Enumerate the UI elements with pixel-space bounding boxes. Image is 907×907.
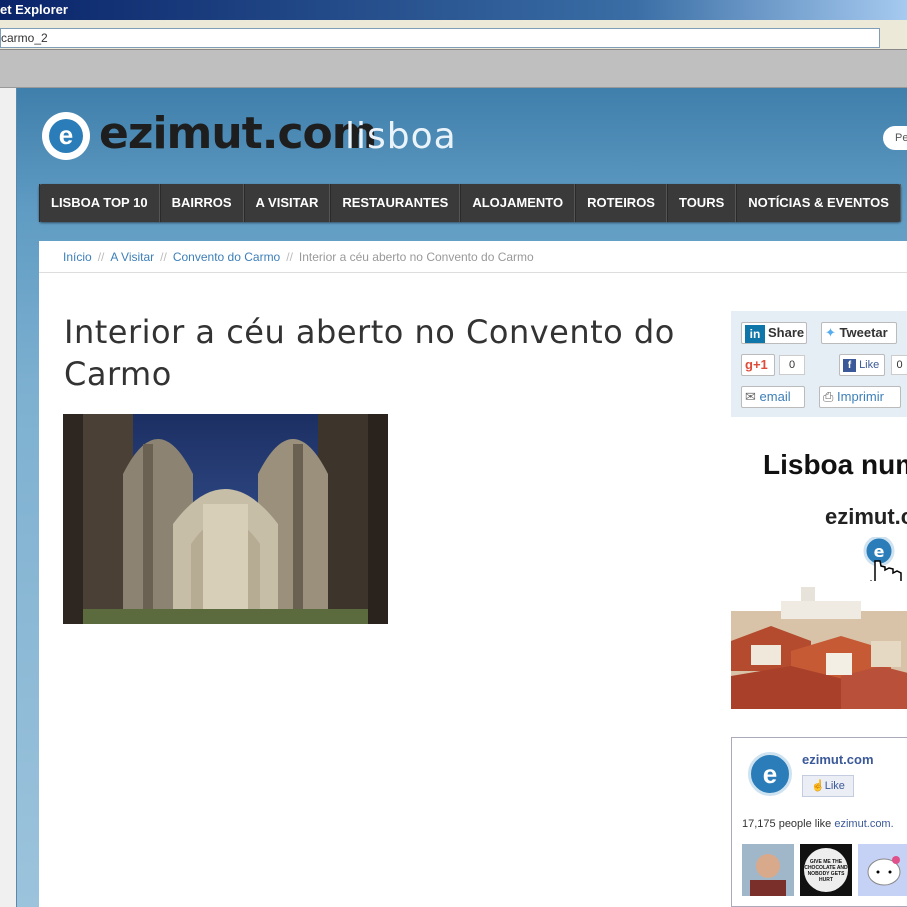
nav-item-lisboa-top-10[interactable]: LISBOA TOP 10 — [39, 184, 160, 222]
promo-brand: ezimut.c — [825, 504, 907, 529]
facebook-page-name[interactable]: ezimut.com — [802, 752, 874, 767]
printer-icon: ⎙ — [823, 389, 834, 404]
lisbon-rooftops-image — [731, 581, 907, 709]
breadcrumb-current: Interior a céu aberto no Convento do Car… — [298, 250, 534, 264]
breadcrumb: Início // A Visitar // Convento do Carmo // In… — [39, 241, 907, 273]
content-panel: Início // A Visitar // Convento do Carmo // In… — [39, 241, 907, 907]
breadcrumb-separator: // — [160, 250, 167, 264]
logo-icon[interactable]: e — [42, 112, 90, 160]
address-bar: carmo_2 — [0, 20, 907, 50]
twitter-bird-icon: ✦ — [825, 325, 836, 340]
logo-glyph: e — [49, 119, 83, 153]
convent-ruins-image — [63, 414, 388, 624]
nav-item-tours[interactable]: TOURS — [666, 184, 737, 222]
facebook-icon: f — [843, 359, 856, 372]
browser-titlebar: et Explorer — [0, 0, 907, 20]
promo-city-image[interactable] — [731, 581, 907, 709]
hello-kitty-icon — [858, 844, 907, 896]
share-panel: in Share ✦ Tweetar g+1 0 f Like 0 ✉ email… — [731, 311, 907, 417]
gplus-button[interactable]: g+1 — [741, 354, 775, 376]
fan-avatar[interactable]: GIVE ME THE CHOCOLATE AND NOBODY GETS HU… — [800, 844, 852, 896]
facebook-page-logo[interactable]: e — [748, 752, 792, 796]
nav-item-restaurantes[interactable]: RESTAURANTES — [330, 184, 461, 222]
envelope-icon: ✉ — [745, 389, 756, 404]
tweet-label: Tweetar — [839, 325, 888, 340]
email-label: email — [759, 389, 791, 404]
fan-avatar[interactable] — [858, 844, 907, 896]
site-city: lisboa — [345, 116, 457, 157]
fan-avatar[interactable] — [742, 844, 794, 896]
nav-item-noticias-eventos[interactable]: NOTÍCIAS & EVENTOS — [736, 184, 901, 222]
email-button[interactable]: ✉ email — [741, 386, 805, 408]
breadcrumb-separator: // — [286, 250, 293, 264]
facebook-like-count-link[interactable]: ezimut.com. — [834, 818, 893, 830]
page-title: Interior a céu aberto no Convento do Car… — [64, 313, 675, 393]
article-photo[interactable] — [63, 414, 388, 624]
facebook-page-like-label: Like — [824, 780, 845, 792]
print-button[interactable]: ⎙ Imprimir — [819, 386, 901, 408]
search-input[interactable]: Pe — [883, 126, 907, 150]
thumbs-up-icon: ☝ — [811, 780, 825, 792]
site-brand[interactable]: ezimut.com — [99, 108, 378, 159]
facebook-like-button[interactable]: f Like — [839, 354, 885, 376]
svg-text:e: e — [874, 542, 885, 561]
nav-item-roteiros[interactable]: ROTEIROS — [575, 184, 667, 222]
facebook-page-like-button[interactable]: ☝Like — [802, 775, 854, 797]
site-frame: e ezimut.com lisboa Pe LISBOA TOP 10 BAI… — [16, 88, 907, 907]
facebook-like-count: 17,175 people like ezimut.com. — [742, 818, 894, 830]
facebook-widget: e ezimut.com ☝Like 17,175 people like ez… — [731, 737, 907, 907]
breadcrumb-a-visitar[interactable]: A Visitar — [110, 250, 154, 264]
breadcrumb-inicio[interactable]: Início — [63, 250, 92, 264]
facebook-like-count-text: 17,175 people like — [742, 818, 832, 830]
linkedin-share-label: Share — [768, 325, 805, 340]
tweet-button[interactable]: ✦ Tweetar — [821, 322, 897, 344]
window-title: et Explorer — [0, 2, 68, 17]
page-area: e ezimut.com lisboa Pe LISBOA TOP 10 BAI… — [0, 88, 907, 907]
gplus-count: 0 — [779, 355, 805, 375]
facebook-like-label: Like — [859, 359, 880, 371]
nav-item-a-visitar[interactable]: A VISITAR — [243, 184, 331, 222]
nav-item-alojamento[interactable]: ALOJAMENTO — [460, 184, 576, 222]
promo-title: Lisboa num — [763, 449, 907, 480]
fan-photo — [742, 844, 794, 896]
main-nav: LISBOA TOP 10 BAIRROS A VISITAR RESTAURA… — [39, 184, 901, 222]
breadcrumb-convento[interactable]: Convento do Carmo — [173, 250, 280, 264]
nav-item-bairros[interactable]: BAIRROS — [159, 184, 244, 222]
linkedin-share-button[interactable]: in Share — [741, 322, 807, 344]
breadcrumb-separator: // — [97, 250, 105, 264]
fan-avatar-text: GIVE ME THE CHOCOLATE AND NOBODY GETS HU… — [804, 848, 848, 892]
facebook-count: 0 — [891, 355, 907, 375]
print-label: Imprimir — [837, 389, 884, 404]
linkedin-icon: in — [745, 324, 765, 343]
address-field[interactable]: carmo_2 — [0, 28, 880, 48]
browser-toolbar — [0, 50, 907, 88]
